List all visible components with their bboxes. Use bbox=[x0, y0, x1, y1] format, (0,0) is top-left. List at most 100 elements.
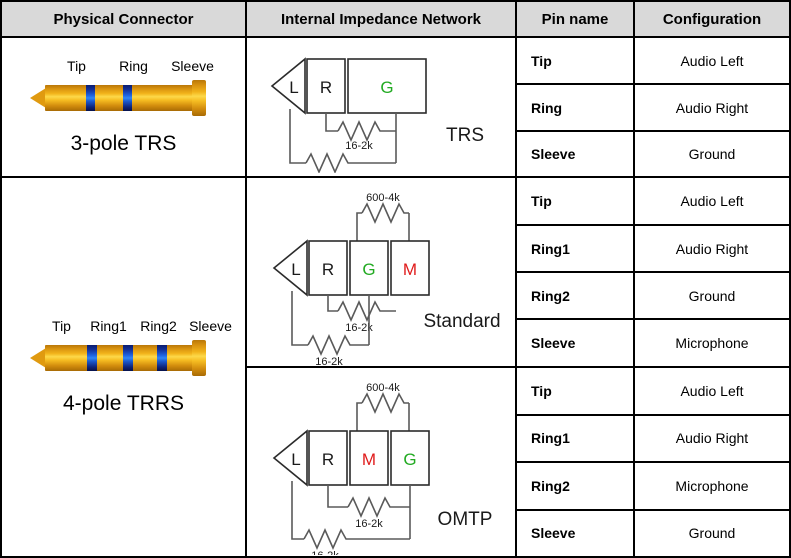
pin-name-cell: Tip bbox=[517, 368, 635, 414]
trs-label-sleeve: Sleeve bbox=[171, 58, 214, 74]
trrs-ring-band-3 bbox=[156, 345, 167, 371]
trs-node-label-l: L bbox=[289, 78, 298, 97]
trs-wire-l-down bbox=[289, 109, 306, 164]
trs-plug-illustration bbox=[24, 77, 224, 119]
omtp-node-label-l: L bbox=[291, 450, 300, 469]
standard-node-label-g: G bbox=[362, 260, 375, 279]
standard-resistor-label-lower: 16-2k bbox=[315, 356, 343, 365]
omtp-node-label-g: G bbox=[403, 450, 416, 469]
trs-ring-band-2 bbox=[122, 85, 132, 111]
standard-node-label-l: L bbox=[291, 260, 300, 279]
trrs-plug-illustration bbox=[24, 337, 224, 379]
omtp-resistor-top bbox=[361, 392, 409, 414]
omtp-resistor-upper bbox=[347, 496, 410, 518]
omtp-wire-r-down bbox=[327, 485, 348, 508]
table-row: Sleeve Ground bbox=[517, 510, 789, 556]
column-header-configuration: Configuration bbox=[662, 10, 762, 28]
trs-collar bbox=[191, 80, 206, 116]
physical-connector-column: Tip Ring Sleeve 3-pole TRS Tip Ring1 Rin… bbox=[2, 38, 247, 556]
table-row: Ring2 Ground bbox=[517, 273, 789, 320]
pin-configuration-column: Tip Audio Left Ring Audio Right Sleeve G… bbox=[517, 38, 789, 556]
omtp-resistor-label-upper: 16-2k bbox=[355, 518, 383, 530]
pin-name-cell: Sleeve bbox=[517, 132, 635, 176]
pin-name-cell: Sleeve bbox=[517, 510, 635, 556]
omtp-resistor-label-top: 600-4k bbox=[366, 382, 400, 394]
trrs-label-ring1: Ring1 bbox=[90, 318, 127, 334]
pin-config-cell: Audio Left bbox=[680, 52, 744, 69]
omtp-node-label-m: M bbox=[362, 450, 376, 469]
standard-wire-r-down bbox=[327, 295, 338, 312]
pin-name-cell: Sleeve bbox=[517, 320, 635, 366]
network-diagram-standard: 600-4k L R G M 16-2k 16-2k Standard bbox=[272, 192, 501, 365]
standard-resistor-lower bbox=[307, 334, 369, 356]
connector-cell-trs: Tip Ring Sleeve 3-pole TRS bbox=[2, 38, 245, 178]
network-diagram-omtp: 600-4k L R M G 16-2k OMTP bbox=[272, 382, 493, 555]
pin-config-cell: Ground bbox=[688, 525, 736, 542]
table-row: Tip Audio Left bbox=[517, 368, 789, 416]
trs-resistor-lower bbox=[305, 152, 396, 173]
trrs-ring-band-2 bbox=[122, 345, 133, 371]
standard-resistor-top bbox=[361, 202, 409, 224]
omtp-wire-l-down bbox=[291, 481, 304, 540]
trs-node-label-r: R bbox=[320, 78, 332, 97]
column-header-pin-name: Pin name bbox=[517, 2, 635, 36]
table-row: Ring1 Audio Right bbox=[517, 415, 789, 463]
table-row: Tip Audio Left bbox=[517, 38, 789, 85]
trs-pin-labels: Tip Ring Sleeve bbox=[26, 58, 222, 74]
table-body: Tip Ring Sleeve 3-pole TRS Tip Ring1 Rin… bbox=[2, 38, 789, 556]
standard-wire-g-up bbox=[356, 212, 362, 241]
trs-label-tip: Tip bbox=[67, 58, 86, 74]
pin-config-cell: Audio Right bbox=[675, 99, 749, 116]
trrs-label-tip: Tip bbox=[52, 318, 71, 334]
trs-node-label-g: G bbox=[380, 78, 393, 97]
pin-config-cell: Audio Left bbox=[680, 382, 744, 399]
column-header-impedance-network: Internal Impedance Network bbox=[247, 2, 517, 36]
trs-wire-r-down bbox=[325, 113, 338, 132]
network-title-trs: TRS bbox=[446, 125, 484, 146]
omtp-resistor-label-lower: 16-2k bbox=[311, 550, 339, 555]
network-title-standard: Standard bbox=[423, 311, 500, 332]
table-row: Sleeve Ground bbox=[517, 132, 789, 178]
table-header-row: Physical Connector Internal Impedance Ne… bbox=[2, 2, 789, 38]
trrs-tip-cone bbox=[29, 348, 46, 368]
connector-cell-trrs: Tip Ring1 Ring2 Sleeve 4-pole TRRS bbox=[2, 178, 245, 556]
pin-config-cell: Microphone bbox=[675, 477, 749, 494]
standard-resistor-upper bbox=[337, 300, 396, 322]
omtp-resistor-lower bbox=[303, 528, 410, 550]
pin-name-cell: Ring1 bbox=[517, 415, 635, 461]
trrs-label-ring2: Ring2 bbox=[140, 318, 177, 334]
trs-label-ring: Ring bbox=[119, 58, 148, 74]
omtp-wire-m-up bbox=[356, 402, 362, 431]
pin-config-cell: Ground bbox=[688, 146, 736, 162]
network-cell-trs: L R G 16-2k 16 bbox=[247, 38, 515, 178]
network-title-omtp: OMTP bbox=[438, 509, 493, 530]
pin-name-cell: Ring2 bbox=[517, 273, 635, 318]
network-diagram-trs: L R G 16-2k 16 bbox=[270, 57, 484, 173]
pin-name-cell: Ring2 bbox=[517, 463, 635, 509]
table-row: Sleeve Microphone bbox=[517, 320, 789, 368]
trrs-ring-band-1 bbox=[86, 345, 97, 371]
table-row: Ring1 Audio Right bbox=[517, 226, 789, 273]
trrs-label-sleeve: Sleeve bbox=[189, 318, 232, 334]
trrs-collar bbox=[191, 340, 206, 376]
trs-tip-cone bbox=[29, 88, 46, 108]
table-row: Ring Audio Right bbox=[517, 85, 789, 132]
table-row: Tip Audio Left bbox=[517, 178, 789, 226]
column-header-physical-connector: Physical Connector bbox=[2, 2, 247, 36]
trs-connector-name: 3-pole TRS bbox=[70, 132, 177, 155]
pin-config-cell: Audio Right bbox=[675, 240, 749, 257]
pin-name-cell: Tip bbox=[517, 178, 635, 224]
pin-name-cell: Tip bbox=[517, 38, 635, 83]
trs-shaft bbox=[44, 85, 198, 111]
pin-config-cell: Audio Left bbox=[680, 193, 744, 209]
trrs-connector-name: 4-pole TRRS bbox=[63, 392, 184, 415]
pin-config-cell: Microphone bbox=[675, 335, 749, 351]
standard-wire-l-down bbox=[291, 291, 308, 346]
impedance-network-column: L R G 16-2k 16 bbox=[247, 38, 517, 556]
omtp-node-label-r: R bbox=[322, 450, 334, 469]
table-row: Ring2 Microphone bbox=[517, 463, 789, 511]
standard-resistor-label-top: 600-4k bbox=[366, 192, 400, 204]
network-cell-standard: 600-4k L R G M 16-2k 16-2k Standard bbox=[247, 178, 515, 368]
network-cell-omtp: 600-4k L R M G 16-2k OMTP bbox=[247, 368, 515, 556]
pin-config-cell: Audio Right bbox=[675, 430, 749, 447]
